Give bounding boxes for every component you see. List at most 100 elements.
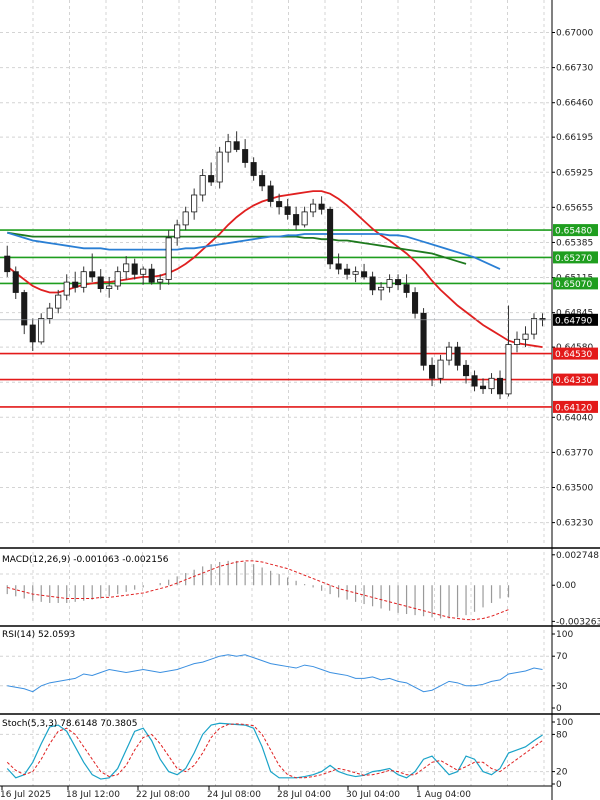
candle-bearish xyxy=(250,162,257,176)
candle-bullish xyxy=(386,279,393,288)
rsi-label: RSI(14) 52.0593 xyxy=(2,630,75,640)
chart-background xyxy=(0,0,600,800)
stoch-tick-label: 20 xyxy=(556,768,568,778)
macd-tick-label: 0.002748 xyxy=(556,551,599,561)
stoch-tick-label: 0 xyxy=(556,780,562,790)
macd-label: MACD(12,26,9) -0.001063 -0.002156 xyxy=(2,555,169,565)
candle-bullish xyxy=(352,271,359,275)
candle-bullish xyxy=(174,224,181,239)
candle-bearish xyxy=(369,276,376,291)
chart-canvas: 0.67000 0.66730 0.66460 0.66195 0.65925 0.656… xyxy=(0,0,600,800)
candle-bullish xyxy=(225,141,232,153)
support-level-label: 0.64330 xyxy=(555,376,592,386)
candle-bullish xyxy=(182,211,189,226)
time-tick-label: 1 Aug 04:00 xyxy=(416,790,471,800)
candle-bullish xyxy=(63,281,70,296)
rsi-tick-label: 30 xyxy=(556,682,568,692)
candle-bullish xyxy=(80,271,87,288)
candle-bullish xyxy=(106,285,113,289)
candle-bullish xyxy=(157,279,164,283)
candle-bullish xyxy=(378,286,385,291)
resistance-level-label: 0.65070 xyxy=(555,280,592,290)
price-tick-label: 0.66195 xyxy=(556,133,593,143)
candle-bullish xyxy=(191,194,198,213)
candle-bearish xyxy=(259,175,266,187)
candle-bearish xyxy=(284,206,291,215)
candle-bearish xyxy=(131,263,138,275)
candle-bearish xyxy=(29,324,36,343)
candle-bullish xyxy=(165,237,172,280)
time-tick-label: 30 Jul 04:00 xyxy=(346,790,400,800)
candle-bearish xyxy=(21,292,28,326)
candle-bearish xyxy=(208,175,215,183)
candle-bullish xyxy=(114,271,121,287)
candle-bearish xyxy=(454,346,461,366)
resistance-level-label: 0.65270 xyxy=(555,254,592,264)
candle-bearish xyxy=(267,185,274,202)
rsi-tick-label: 0 xyxy=(556,704,562,714)
time-tick-label: 24 Jul 08:00 xyxy=(207,790,261,800)
price-tick-label: 0.65925 xyxy=(556,168,593,178)
candle-bearish xyxy=(429,364,436,379)
candle-bearish xyxy=(412,292,419,314)
candle-bearish xyxy=(344,268,351,275)
candle-bearish xyxy=(327,208,334,265)
price-tick-label: 0.65655 xyxy=(556,203,593,213)
candle-bearish xyxy=(318,203,325,210)
support-level-label: 0.64120 xyxy=(555,403,592,413)
candle-bearish xyxy=(395,279,402,286)
resistance-level-label: 0.65480 xyxy=(555,227,592,237)
time-tick-label: 16 Jul 2025 xyxy=(0,790,51,800)
candle-bullish xyxy=(530,318,538,335)
candle-bearish xyxy=(496,377,504,395)
candle-bullish xyxy=(310,203,317,213)
candle-bullish xyxy=(46,307,53,319)
price-tick-label: 0.65385 xyxy=(556,238,593,248)
price-tick-label: 0.66460 xyxy=(556,99,593,109)
price-tick-label: 0.63500 xyxy=(556,484,593,494)
candle-bearish xyxy=(148,268,155,283)
time-tick-label: 18 Jul 12:00 xyxy=(66,790,120,800)
stoch-label: Stoch(5,3,3) 78.6148 70.3805 xyxy=(2,719,137,729)
candle-bearish xyxy=(4,255,11,273)
time-tick-label: 28 Jul 04:00 xyxy=(277,790,331,800)
rsi-tick-label: 100 xyxy=(556,630,573,640)
candle-bearish xyxy=(72,281,79,288)
candle-bearish xyxy=(242,149,249,163)
candle-bullish xyxy=(123,263,130,273)
candle-bearish xyxy=(403,284,410,293)
candle-bullish xyxy=(505,344,512,395)
price-tick-label: 0.63770 xyxy=(556,448,593,458)
candle-bullish xyxy=(446,346,453,361)
candle-bullish xyxy=(488,377,495,390)
price-tick-label: 0.64040 xyxy=(556,413,593,423)
candle-bearish xyxy=(471,375,478,387)
candle-bearish xyxy=(361,271,368,278)
time-tick-label: 22 Jul 08:00 xyxy=(136,790,190,800)
candle-bearish xyxy=(293,214,300,226)
stoch-tick-label: 80 xyxy=(556,730,568,740)
candle-bearish xyxy=(335,263,342,270)
candle-bullish xyxy=(522,333,529,340)
candle-bullish xyxy=(301,211,308,226)
candle-bullish xyxy=(216,151,223,183)
candle-bullish xyxy=(437,359,444,379)
price-tick-label: 0.63230 xyxy=(556,519,593,529)
candle-bullish xyxy=(199,175,206,196)
candle-bearish xyxy=(97,276,104,289)
support-level-label: 0.64530 xyxy=(555,350,592,360)
price-tick-label: 0.67000 xyxy=(556,29,593,39)
candle-bearish xyxy=(233,141,240,150)
candle-bearish xyxy=(420,312,427,366)
stoch-tick-label: 100 xyxy=(556,718,573,728)
candle-bearish xyxy=(276,201,283,208)
price-tick-label: 0.66730 xyxy=(556,64,593,74)
current-price-label: 0.64790 xyxy=(555,316,592,326)
candle-bullish xyxy=(55,294,62,309)
macd-tick-label: 0.00 xyxy=(556,581,576,591)
rsi-tick-label: 70 xyxy=(556,652,568,662)
candle-bullish xyxy=(140,268,147,275)
candle-bearish xyxy=(479,385,487,390)
candle-bullish xyxy=(38,318,45,343)
candle-bearish xyxy=(89,271,96,278)
